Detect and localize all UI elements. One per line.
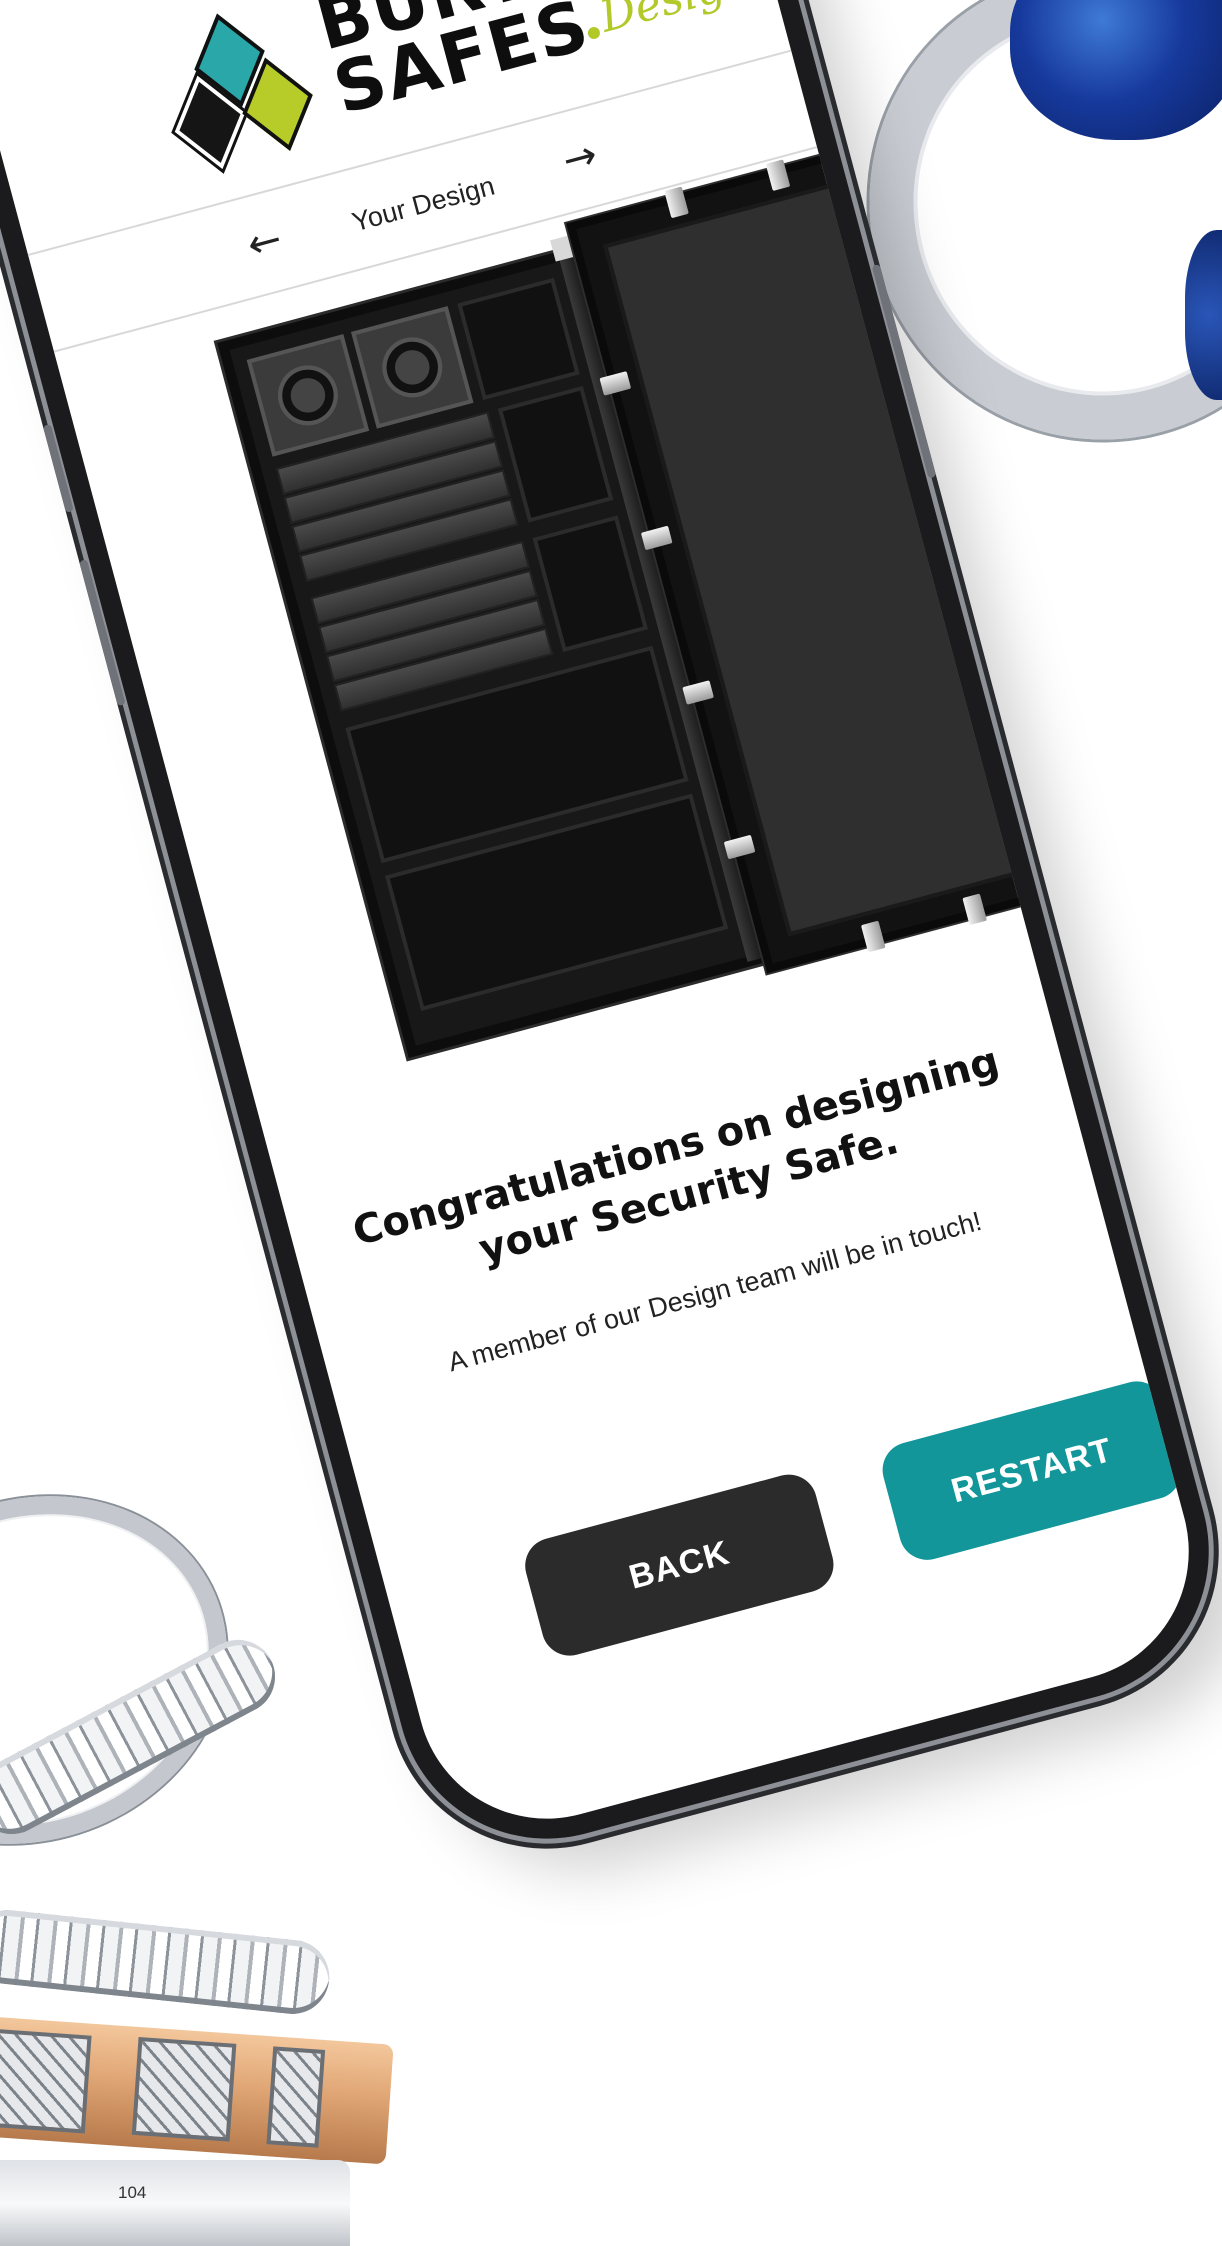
locking-bolt xyxy=(664,186,689,219)
winder-dial-icon xyxy=(271,358,345,433)
advertisement-stage: 104 BURTON SAFES De xyxy=(0,0,1222,2246)
safe-compartment xyxy=(532,515,649,653)
diamond-cluster-image xyxy=(266,2046,326,2148)
locking-bolt xyxy=(1038,719,1071,744)
diamond-eternity-band-image xyxy=(0,1906,333,2018)
diamond-cluster-image xyxy=(0,2028,92,2134)
back-button[interactable]: BACK xyxy=(518,1468,840,1662)
phone-side-button xyxy=(42,423,74,513)
safe-compartment xyxy=(497,385,614,523)
cubes-logo-icon xyxy=(154,13,323,175)
silver-ring-bottom-image xyxy=(0,2160,350,2246)
locking-bolt xyxy=(860,920,886,953)
congratulations-heading: Congratulations on designing your Securi… xyxy=(348,1038,1004,1274)
diamond-cluster-image xyxy=(131,2036,237,2142)
safe-compartment xyxy=(457,277,580,401)
locking-bolt xyxy=(765,159,791,192)
locking-bolt xyxy=(962,893,987,926)
restart-button[interactable]: RESTART xyxy=(876,1375,1188,1567)
page-number: 104 xyxy=(118,2183,147,2202)
watch-winder xyxy=(351,306,474,429)
rose-gold-ring-image xyxy=(0,2015,394,2165)
winder-dial-icon xyxy=(375,330,449,405)
watch-winder xyxy=(246,334,370,457)
brand-script: Design xyxy=(595,0,757,43)
locking-bolt xyxy=(955,410,988,435)
locking-bolt xyxy=(997,564,1029,590)
